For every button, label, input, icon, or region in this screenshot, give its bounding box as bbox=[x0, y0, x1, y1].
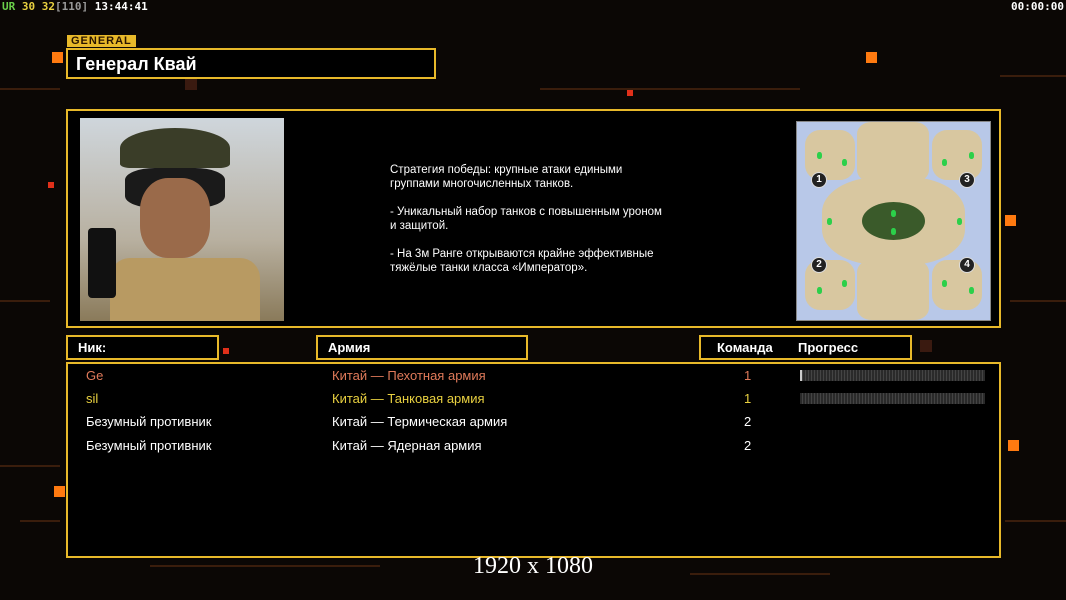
player-team: 1 bbox=[744, 391, 752, 406]
player-nick: Безумный противник bbox=[86, 414, 212, 429]
header-army: Армия bbox=[316, 335, 528, 360]
general-title-box: Генерал Квай bbox=[66, 48, 436, 79]
header-team: Команда bbox=[717, 340, 773, 355]
header-nick: Ник: bbox=[66, 335, 219, 360]
general-portrait bbox=[80, 118, 284, 321]
map-preview: 1 2 3 4 bbox=[796, 121, 991, 321]
resolution-label: 1920 x 1080 bbox=[473, 553, 593, 579]
player-nick: Ge bbox=[86, 368, 104, 383]
player-army: Китай — Танковая армия bbox=[332, 391, 485, 406]
header-progress: Прогресс bbox=[798, 340, 859, 355]
player-team: 1 bbox=[744, 368, 752, 383]
player-progress-bar bbox=[800, 393, 985, 404]
general-info-panel: Стратегия победы: крупные атаки едиными … bbox=[66, 109, 1001, 328]
strategy-description: Стратегия победы: крупные атаки едиными … bbox=[390, 164, 662, 274]
player-army: Китай — Ядерная армия bbox=[332, 438, 482, 453]
general-tag: GENERAL bbox=[67, 35, 136, 47]
player-progress-bar bbox=[800, 370, 985, 381]
hud-value-1: 30 bbox=[21, 0, 36, 13]
player-row: Безумный противник Китай — Ядерная армия… bbox=[68, 434, 999, 458]
map-spawn-2: 2 bbox=[811, 257, 827, 273]
hud-clock: 13:44:41 bbox=[94, 0, 148, 13]
player-nick: sil bbox=[86, 391, 99, 406]
hud-value-2: 32 bbox=[41, 0, 55, 13]
map-spawn-1: 1 bbox=[811, 172, 827, 188]
player-team: 2 bbox=[744, 438, 752, 453]
player-row: sil Китай — Танковая армия 1 bbox=[68, 387, 999, 411]
hud-ur-label: UR bbox=[2, 0, 16, 13]
hud-bracket-value: [110] bbox=[55, 0, 89, 13]
player-nick: Безумный противник bbox=[86, 438, 212, 453]
map-spawn-3: 3 bbox=[959, 172, 975, 188]
players-list: Ge Китай — Пехотная армия 1 sil Китай — … bbox=[66, 362, 1001, 558]
hud-timer: 00:00:00 bbox=[1011, 0, 1064, 13]
player-row: Безумный противник Китай — Термическая а… bbox=[68, 410, 999, 434]
player-army: Китай — Термическая армия bbox=[332, 414, 508, 429]
general-title: Генерал Квай bbox=[76, 54, 197, 74]
hud-stats: UR 30 32[110] 13:44:41 bbox=[2, 0, 148, 13]
map-spawn-4: 4 bbox=[959, 257, 975, 273]
player-row: Ge Китай — Пехотная армия 1 bbox=[68, 364, 999, 388]
player-team: 2 bbox=[744, 414, 752, 429]
header-team-progress: Команда Прогресс bbox=[699, 335, 912, 360]
player-army: Китай — Пехотная армия bbox=[332, 368, 486, 383]
